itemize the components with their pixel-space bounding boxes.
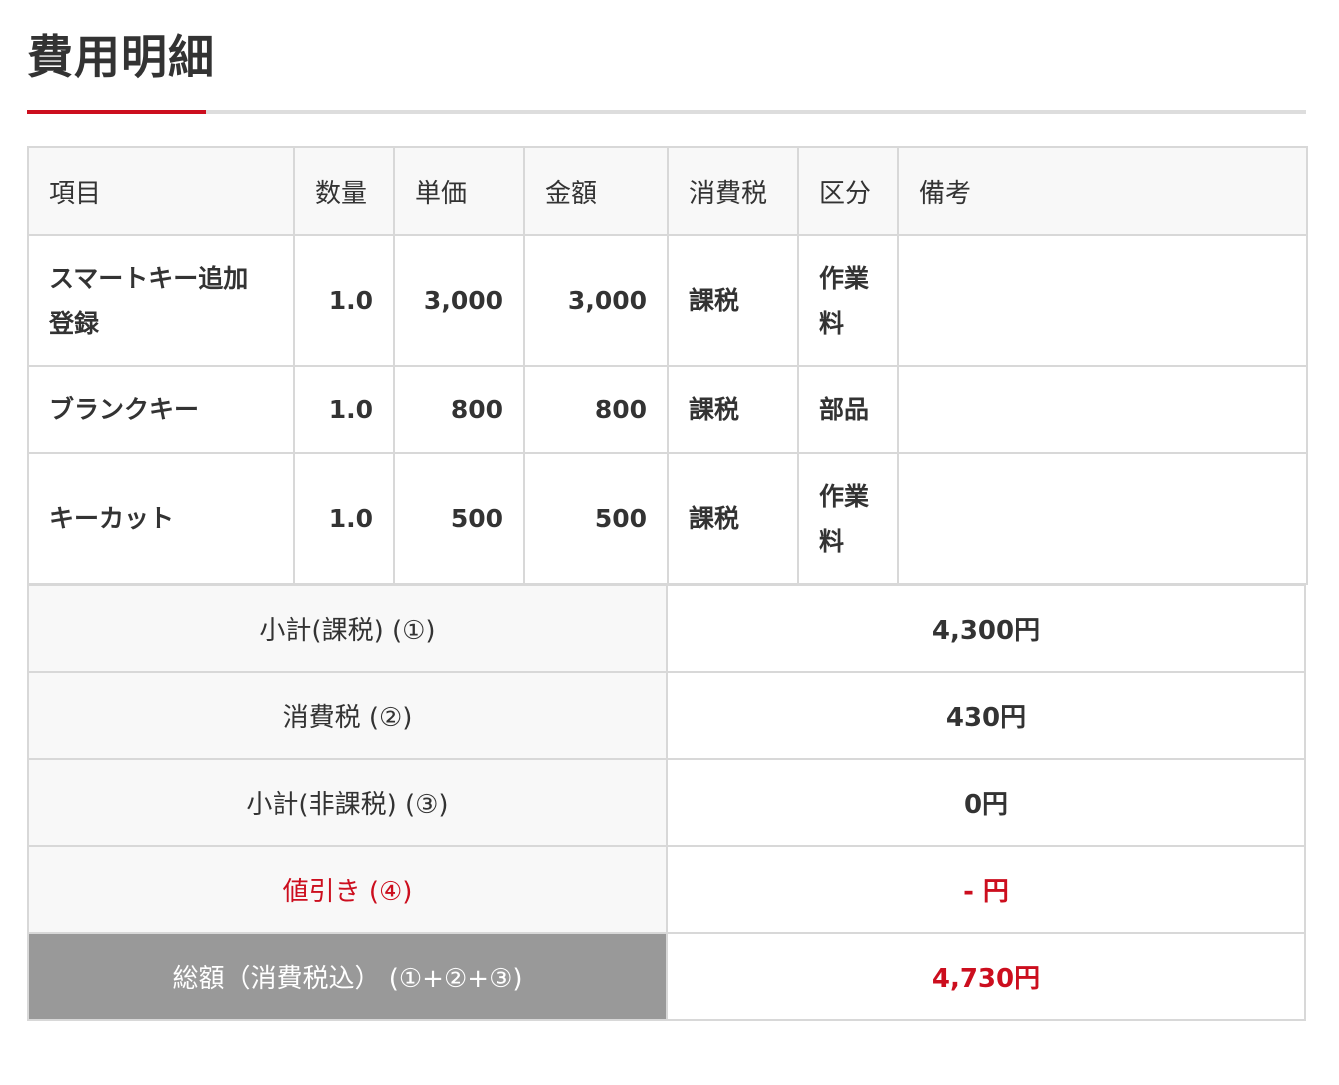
header-item: 項目 — [27, 146, 295, 236]
header-quantity: 数量 — [293, 146, 395, 236]
cell-unit-price: 800 — [393, 365, 525, 454]
title-underline — [27, 110, 1306, 114]
discount-row: 値引き (④) - 円 — [27, 844, 1306, 934]
subtotal-taxable-row: 小計(課税) (①) 4,300円 — [27, 583, 1306, 673]
cell-unit-price: 500 — [393, 452, 525, 585]
cell-category: 作業料 — [797, 452, 899, 585]
discount-label: 値引き (④) — [27, 844, 668, 934]
consumption-tax-label: 消費税 (②) — [27, 670, 668, 760]
table-header-row: 項目 数量 単価 金額 消費税 区分 備考 — [27, 146, 1308, 236]
cell-category: 部品 — [797, 365, 899, 454]
cell-tax: 課税 — [667, 365, 799, 454]
subtotal-nontaxable-label: 小計(非課税) (③) — [27, 757, 668, 847]
cell-amount: 500 — [523, 452, 669, 585]
header-tax: 消費税 — [667, 146, 799, 236]
discount-value: - 円 — [666, 844, 1306, 934]
totals-table: 小計(課税) (①) 4,300円 消費税 (②) 430円 小計(非課税) (… — [27, 583, 1306, 1021]
cell-unit-price: 3,000 — [393, 234, 525, 367]
header-amount: 金額 — [523, 146, 669, 236]
header-unit-price: 単価 — [393, 146, 525, 236]
consumption-tax-value: 430円 — [666, 670, 1306, 760]
grand-total-label: 総額（消費税込） (①+②+③) — [27, 931, 668, 1021]
cell-amount: 800 — [523, 365, 669, 454]
cell-amount: 3,000 — [523, 234, 669, 367]
consumption-tax-row: 消費税 (②) 430円 — [27, 670, 1306, 760]
cell-tax: 課税 — [667, 452, 799, 585]
cell-quantity: 1.0 — [293, 365, 395, 454]
subtotal-nontaxable-row: 小計(非課税) (③) 0円 — [27, 757, 1306, 847]
table-row: ブランクキー 1.0 800 800 課税 部品 — [27, 365, 1308, 454]
subtotal-nontaxable-value: 0円 — [666, 757, 1306, 847]
header-category: 区分 — [797, 146, 899, 236]
cost-details-page: 費用明細 項目 数量 単価 金額 消費税 区分 備考 スマートキー追加登録 1.… — [0, 0, 1339, 1085]
cell-tax: 課税 — [667, 234, 799, 367]
cell-item: スマートキー追加登録 — [27, 234, 295, 367]
cell-item: キーカット — [27, 452, 295, 585]
title-underline-accent — [27, 110, 206, 114]
cell-note — [897, 365, 1308, 454]
cell-quantity: 1.0 — [293, 234, 395, 367]
grand-total-value: 4,730円 — [666, 931, 1306, 1021]
table-row: スマートキー追加登録 1.0 3,000 3,000 課税 作業料 — [27, 234, 1308, 367]
cell-item: ブランクキー — [27, 365, 295, 454]
cell-note — [897, 234, 1308, 367]
header-note: 備考 — [897, 146, 1308, 236]
cell-category: 作業料 — [797, 234, 899, 367]
table-row: キーカット 1.0 500 500 課税 作業料 — [27, 452, 1308, 585]
cell-note — [897, 452, 1308, 585]
subtotal-taxable-label: 小計(課税) (①) — [27, 583, 668, 673]
cost-items-table: 項目 数量 単価 金額 消費税 区分 備考 スマートキー追加登録 1.0 3,0… — [27, 146, 1308, 585]
page-title: 費用明細 — [27, 30, 215, 84]
grand-total-row: 総額（消費税込） (①+②+③) 4,730円 — [27, 931, 1306, 1021]
subtotal-taxable-value: 4,300円 — [666, 583, 1306, 673]
cell-quantity: 1.0 — [293, 452, 395, 585]
